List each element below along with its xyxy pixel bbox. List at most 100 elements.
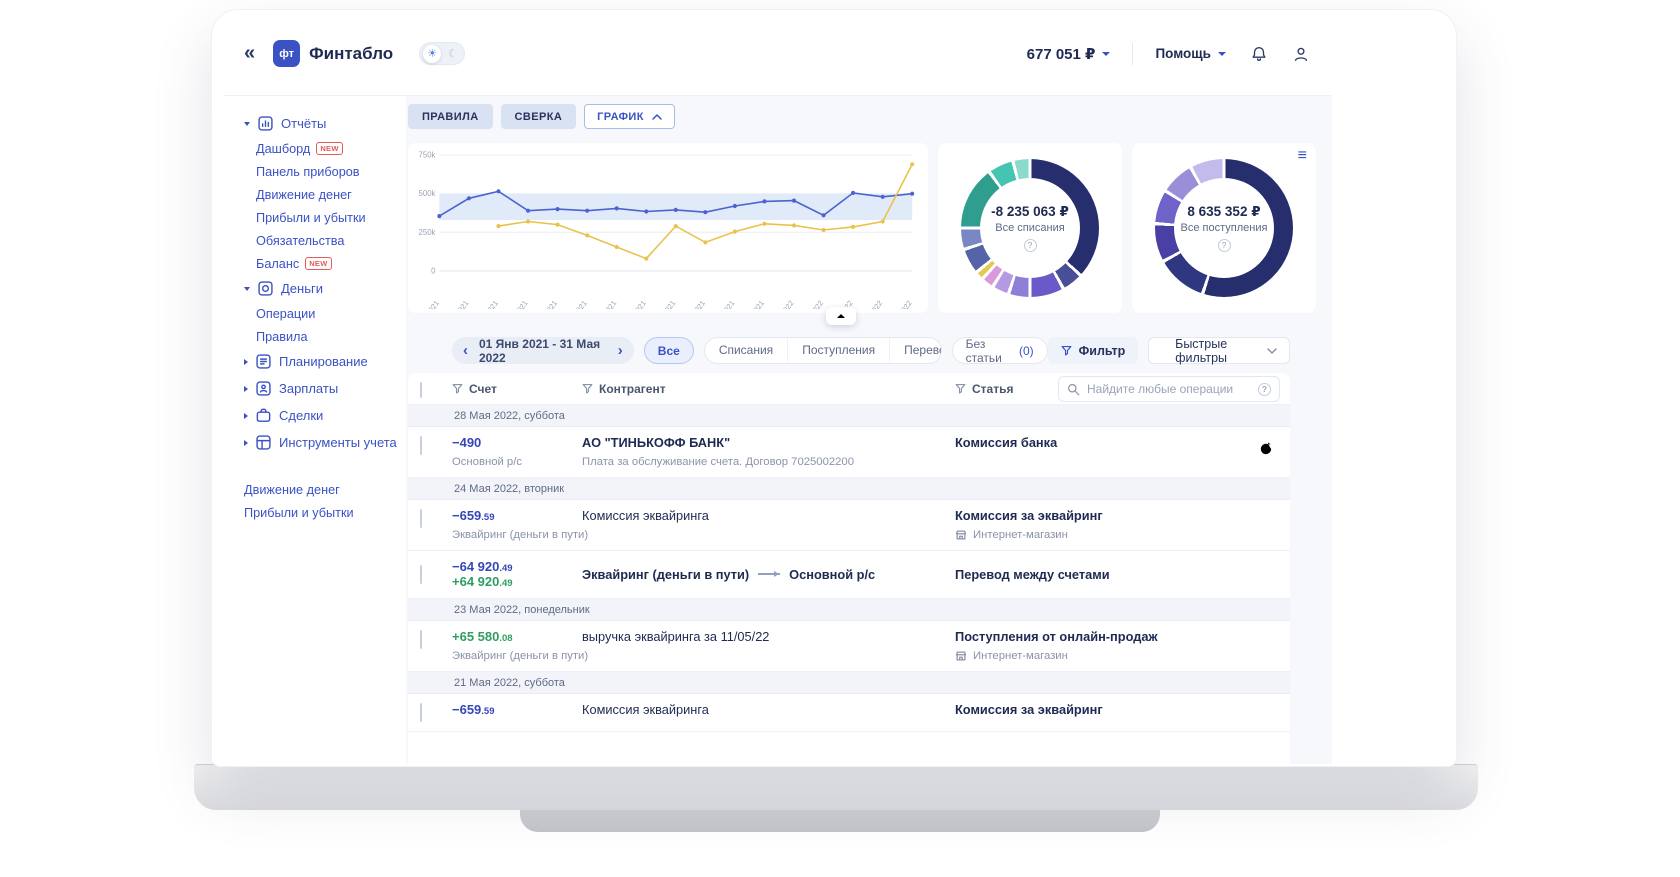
- sidebar-footer-link[interactable]: Прибыли и убытки: [244, 501, 406, 524]
- chevron-right-icon[interactable]: ›: [618, 343, 623, 358]
- sidebar-item-label: Обязательства: [256, 234, 344, 248]
- sidebar-group-2[interactable]: Деньги: [244, 275, 406, 302]
- reports-icon: [257, 115, 274, 132]
- sidebar-item[interactable]: Движение денег: [256, 183, 406, 206]
- svg-text:12.2021: 12.2021: [743, 299, 766, 309]
- sidebar-item-label: Дашборд: [256, 142, 310, 156]
- user-profile-icon[interactable]: [1292, 45, 1310, 63]
- chevron-right-icon: [244, 413, 248, 419]
- help-label: Помощь: [1155, 46, 1211, 61]
- sidebar-footer-link[interactable]: Движение денег: [244, 478, 406, 501]
- tab-no-article[interactable]: Без статьи (0): [952, 337, 1048, 364]
- svg-text:04.2021: 04.2021: [506, 299, 529, 309]
- help-dropdown[interactable]: Помощь: [1155, 46, 1226, 61]
- sidebar-group-4[interactable]: Зарплаты: [244, 375, 406, 402]
- date-range-picker[interactable]: ‹ 01 Янв 2021 - 31 Мая 2022 ›: [452, 337, 634, 364]
- chevron-up-icon: [652, 111, 662, 123]
- amount-value: −659.59: [452, 702, 582, 717]
- moon-icon: ☾: [448, 47, 458, 60]
- sidebar-group-5[interactable]: Сделки: [244, 402, 406, 429]
- tab-income[interactable]: Поступления: [787, 338, 889, 363]
- operation-row[interactable]: −659.59Комиссия эквайрингаКомиссия за эк…: [408, 694, 1290, 732]
- sidebar-item[interactable]: Правила: [256, 325, 406, 348]
- sidebar-item[interactable]: Операции: [256, 302, 406, 325]
- row-checkbox[interactable]: [420, 436, 422, 455]
- income-donut-card: ≡ 8 635 352 ₽ Все поступления ?: [1132, 143, 1316, 313]
- sidebar-item[interactable]: ДашбордNEW: [256, 137, 406, 160]
- notifications-bell-icon[interactable]: [1250, 45, 1268, 63]
- chart-toggle-label: ГРАФИК: [597, 111, 644, 123]
- sidebar-item[interactable]: Обязательства: [256, 229, 406, 252]
- sidebar-group-label: Инструменты учета: [279, 435, 397, 450]
- rules-button[interactable]: ПРАВИЛА: [408, 104, 493, 129]
- operation-row[interactable]: −659.59Эквайринг (деньги в пути)Комиссия…: [408, 500, 1290, 551]
- operation-description: Плата за обслуживание счета. Договор 702…: [582, 456, 955, 468]
- app-window: « фт Финтабло ☀ ☾ 677 051 ₽ Помощь: [224, 12, 1332, 764]
- tab-all[interactable]: Все: [644, 337, 694, 364]
- sidebar-group-6[interactable]: Инструменты учета: [244, 429, 406, 456]
- account-name: Эквайринг (деньги в пути): [452, 650, 582, 662]
- operation-row[interactable]: −64 920.49+64 920.49Эквайринг (деньги в …: [408, 551, 1290, 599]
- tab-expenses[interactable]: Списания: [705, 338, 787, 363]
- sidebar-footer-links: Движение денегПрибыли и убытки: [244, 478, 406, 524]
- select-all-checkbox[interactable]: [420, 382, 422, 398]
- shop-icon: [955, 650, 967, 662]
- sidebar-group-3[interactable]: Планирование: [244, 348, 406, 375]
- date-group-header: 21 Мая 2022, суббота: [408, 672, 1290, 694]
- article-name: Комиссия за эквайринг: [955, 508, 1246, 523]
- svg-text:01.2022: 01.2022: [772, 299, 795, 309]
- sidebar-group-1[interactable]: Отчёты: [244, 110, 406, 137]
- svg-text:08.2021: 08.2021: [625, 299, 648, 309]
- funnel-icon[interactable]: [955, 383, 966, 394]
- search-icon: [1067, 383, 1080, 396]
- chevron-left-icon[interactable]: ‹: [463, 343, 468, 358]
- column-account: Счет: [469, 382, 497, 396]
- balance-dropdown[interactable]: 677 051 ₽: [1027, 45, 1111, 63]
- theme-toggle[interactable]: ☀ ☾: [419, 42, 465, 65]
- row-checkbox[interactable]: [420, 565, 422, 584]
- operations-search: ?: [1058, 376, 1280, 402]
- operation-row[interactable]: +65 580.08Эквайринг (деньги в пути)выруч…: [408, 621, 1290, 672]
- date-group-header: 24 Мая 2022, вторник: [408, 478, 1290, 500]
- row-checkbox[interactable]: [420, 630, 422, 649]
- repeat-icon[interactable]: [1246, 435, 1290, 457]
- filter-button[interactable]: Фильтр: [1048, 337, 1139, 364]
- sidebar-nav: ОтчётыДашбордNEW Панель приборов Движение …: [224, 96, 406, 764]
- app-logo[interactable]: фт: [273, 40, 300, 67]
- funnel-icon: [1061, 345, 1072, 356]
- row-checkbox[interactable]: [420, 509, 422, 528]
- account-name: Эквайринг (деньги в пути): [452, 529, 582, 541]
- sidebar-collapse-icon[interactable]: «: [244, 42, 255, 65]
- quick-filters-dropdown[interactable]: Быстрые фильтры: [1148, 337, 1290, 364]
- amount-value: −64 920.49: [452, 559, 582, 574]
- tag-label: Интернет-магазин: [973, 650, 1068, 662]
- income-label: Все поступления: [1181, 222, 1268, 234]
- funnel-icon[interactable]: [452, 383, 463, 394]
- sidebar-item[interactable]: Прибыли и убытки: [256, 206, 406, 229]
- svg-text:02.2021: 02.2021: [447, 299, 470, 309]
- search-input[interactable]: [1087, 382, 1251, 396]
- amount-value: +65 580.08: [452, 629, 582, 644]
- amount-value: +64 920.49: [452, 574, 582, 589]
- sidebar-item[interactable]: Панель приборов: [256, 160, 406, 183]
- sidebar-item-label: Панель приборов: [256, 165, 360, 179]
- tab-transfers[interactable]: Переводы: [889, 338, 941, 363]
- reconcile-button[interactable]: СВЕРКА: [501, 104, 577, 129]
- help-circle-icon[interactable]: ?: [1218, 239, 1231, 252]
- help-circle-icon[interactable]: ?: [1258, 383, 1271, 396]
- app-title: Финтабло: [309, 44, 393, 64]
- no-article-count: (0): [1019, 344, 1034, 358]
- date-group-header: 28 Мая 2022, суббота: [408, 405, 1290, 427]
- charts-collapse-button[interactable]: [826, 307, 856, 325]
- funnel-icon[interactable]: [582, 383, 593, 394]
- filter-label: Фильтр: [1079, 344, 1126, 358]
- help-circle-icon[interactable]: ?: [1024, 239, 1037, 252]
- transfer-accounts: Эквайринг (деньги в пути)Основной р/с: [582, 567, 955, 582]
- chart-toggle-button[interactable]: ГРАФИК: [584, 104, 675, 129]
- sidebar-item[interactable]: БалансNEW: [256, 252, 406, 275]
- row-checkbox[interactable]: [420, 703, 422, 722]
- svg-text:500k: 500k: [419, 189, 436, 198]
- column-counterparty: Контрагент: [599, 382, 666, 396]
- operation-row[interactable]: −490Основной р/сАО "ТИНЬКОФФ БАНК"Плата …: [408, 427, 1290, 478]
- column-article: Статья: [972, 382, 1013, 396]
